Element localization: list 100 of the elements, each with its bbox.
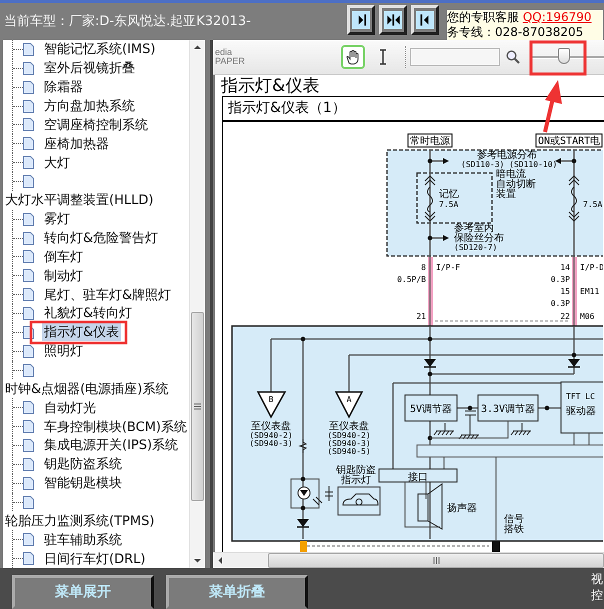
diagram-label: TFT LC bbox=[566, 392, 595, 401]
document-icon bbox=[23, 288, 34, 302]
pan-tool-button[interactable] bbox=[341, 45, 365, 69]
tree-item[interactable]: 座椅加热器 bbox=[42, 134, 111, 153]
qq-link[interactable]: QQ:196790 bbox=[522, 10, 592, 24]
logo-text: edia bbox=[215, 48, 234, 57]
tree-item[interactable]: 空调座椅控制系统 bbox=[42, 116, 150, 134]
tree-item[interactable]: 转向灯&危险警告灯 bbox=[42, 229, 160, 248]
diagram-label: 3.3V调节器 bbox=[480, 404, 536, 415]
document-icon bbox=[23, 344, 34, 358]
diagram-label: (SD940-3) bbox=[327, 439, 371, 448]
scrollbar-thumb[interactable] bbox=[191, 312, 204, 501]
document-icon bbox=[23, 552, 34, 566]
diagram-label: (SD940-3) bbox=[249, 439, 293, 448]
diagram-label: B bbox=[268, 395, 274, 404]
tree-item[interactable]: 智能记忆系统(IMS) bbox=[42, 40, 158, 58]
document-icon bbox=[23, 306, 34, 320]
diagram-label: 驱动器 bbox=[566, 406, 596, 417]
tree-item[interactable]: 礼貌灯&转向灯 bbox=[42, 304, 134, 322]
tree-item[interactable]: 室外后视镜折叠 bbox=[42, 59, 137, 78]
layout-button[interactable] bbox=[347, 5, 375, 35]
document-icon bbox=[23, 401, 34, 414]
document-icon bbox=[23, 100, 34, 112]
tree-item[interactable]: 自动灯光 bbox=[42, 398, 98, 417]
page-title: 指示灯&仪表 bbox=[221, 76, 320, 96]
slider-thumb[interactable] bbox=[558, 48, 570, 64]
tree-item[interactable]: 钥匙防盗系统 bbox=[42, 455, 124, 474]
diagram-label: 至仪表盘 bbox=[251, 421, 291, 432]
tree-item[interactable]: 尾灯、驻车灯&牌照灯 bbox=[42, 286, 174, 304]
search-icon[interactable] bbox=[506, 50, 520, 64]
diagram-label: 22 bbox=[560, 312, 570, 321]
diagram-label: 信号 bbox=[504, 514, 524, 525]
document-icon bbox=[23, 533, 34, 546]
diagram-label: 5V调节器 bbox=[410, 404, 452, 415]
diagram-label: (SD940-5) bbox=[327, 447, 371, 456]
horizontal-scrollbar[interactable] bbox=[213, 552, 604, 568]
tree-item[interactable]: 驻车辅助系统 bbox=[42, 530, 124, 549]
tree-group-label[interactable]: 时钟&点烟器(电源插座)系统 bbox=[3, 380, 168, 398]
tree-item[interactable]: 照明灯 bbox=[42, 342, 85, 360]
document-icon bbox=[23, 496, 34, 509]
tree-item[interactable]: 智能钥匙模块 bbox=[42, 474, 124, 492]
diagram-label: 参考电源分布 bbox=[477, 150, 537, 161]
document-icon bbox=[23, 212, 34, 226]
annotation-arrow bbox=[543, 80, 562, 132]
diagram-label: A bbox=[346, 395, 352, 404]
tree-group-label[interactable]: 轮胎压力监测系统(TPMS) bbox=[3, 512, 154, 530]
document-icon bbox=[23, 250, 34, 264]
document-icon bbox=[23, 458, 34, 471]
document-icon bbox=[23, 62, 34, 75]
diagram-label: 7.5A bbox=[439, 200, 458, 209]
diagram-label: 记忆 bbox=[439, 189, 459, 200]
diagram-label: 7.5A bbox=[583, 200, 602, 209]
layout-button[interactable] bbox=[379, 5, 407, 35]
diagram-label: 自动切断 bbox=[496, 179, 536, 190]
diagram-label: (SD110-3) (SD110-10) bbox=[461, 160, 558, 169]
arrow-bar-icon bbox=[416, 11, 434, 29]
document-icon bbox=[23, 174, 34, 188]
document-icon bbox=[22, 420, 34, 434]
tree-item[interactable]: 日间行车灯(DRL) bbox=[42, 550, 148, 568]
diagram-label: M06 bbox=[580, 312, 594, 321]
tree-item[interactable]: 倒车灯 bbox=[42, 248, 85, 266]
tree-item[interactable]: 制动灯 bbox=[42, 266, 85, 285]
diagram-label: 保险丝分布 bbox=[454, 233, 504, 244]
scrollbar-thumb[interactable] bbox=[268, 553, 604, 568]
document-icon bbox=[23, 269, 34, 282]
diagram-label: 0.3P bbox=[550, 299, 570, 308]
search-field[interactable] bbox=[410, 48, 500, 66]
hotline-text: 务专线：028-87038205 bbox=[447, 25, 584, 40]
diagram-label: 8 bbox=[421, 263, 426, 272]
logo-text: PAPER bbox=[215, 57, 246, 66]
tree-item[interactable]: 方向盘加热系统 bbox=[42, 97, 137, 115]
tree-item[interactable]: 雾灯 bbox=[42, 210, 72, 228]
document-icon bbox=[23, 80, 34, 94]
side-label: 控 bbox=[591, 587, 603, 603]
tree-item[interactable]: 集成电源开关(IPS)系统 bbox=[42, 436, 180, 454]
diagram-label: 指示灯 bbox=[341, 475, 371, 486]
annotation-frame bbox=[530, 40, 586, 76]
layout-button[interactable] bbox=[411, 5, 439, 35]
diagram-label: 21 bbox=[416, 312, 426, 321]
side-label: 视 bbox=[591, 571, 603, 587]
diagram-label: 参考室内 bbox=[454, 223, 494, 234]
document-icon bbox=[23, 42, 34, 56]
document-icon bbox=[23, 364, 34, 377]
tree-item[interactable]: 指示灯&仪表 bbox=[42, 323, 122, 342]
tree-item[interactable]: 除霜器 bbox=[42, 78, 85, 96]
service-label: 您的专职客服 bbox=[447, 10, 519, 24]
tree-group-label[interactable]: 大灯水平调整装置(HLLD) bbox=[3, 191, 154, 210]
diagram-label: 常时电源 bbox=[410, 136, 450, 147]
tree-item[interactable]: 车身控制模块(BCM)系统 bbox=[42, 418, 189, 436]
document-icon bbox=[23, 438, 34, 452]
vertical-scrollbar[interactable] bbox=[189, 40, 205, 568]
arrow-bar-icon bbox=[352, 11, 370, 29]
document-icon bbox=[23, 476, 34, 490]
document-icon bbox=[23, 156, 34, 170]
diagram-label: 14 bbox=[560, 263, 570, 272]
car-model-label: 当前车型：厂家:D-东风悦达.起亚K32013- bbox=[4, 13, 252, 30]
diagram-label: 0.3P bbox=[550, 275, 570, 284]
tree-item[interactable]: 大灯 bbox=[42, 154, 72, 172]
diagram-label: 15 bbox=[560, 287, 570, 296]
diagram-label: ON或START电 bbox=[538, 136, 600, 147]
